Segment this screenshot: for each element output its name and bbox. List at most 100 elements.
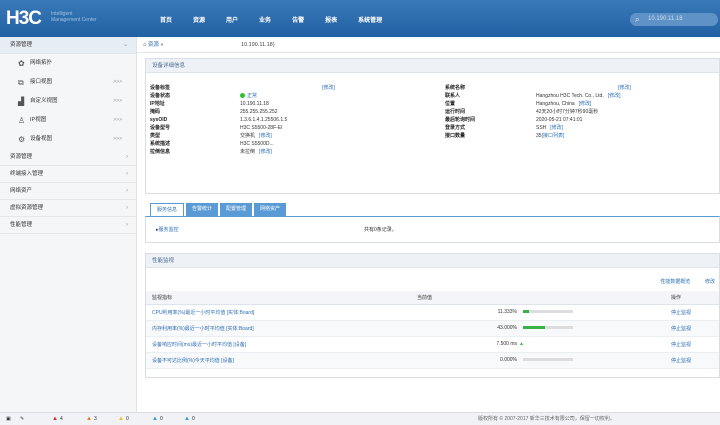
status-bar: ▣ ✎ ▲ 4 ▲ 3 ▲ 0 ▲ 0 ▲ 0 版权所有 © 2007-2017 新华三技术有限公… — [0, 412, 720, 425]
table-row: 内存利用率(%)最近一小时平均值 [实体:Board] 43.000% 停止监视 — [146, 320, 719, 337]
search-input[interactable]: ⌕ 10.190.11.18 — [630, 13, 718, 26]
stop-monitor-link[interactable]: 停止监视 — [671, 358, 691, 364]
service-monitor-link[interactable]: ▸服务监控 — [156, 226, 179, 233]
chevron-right-icon[interactable]: › — [126, 183, 128, 200]
sidebar-group-label: 网络资产 — [10, 188, 33, 194]
edit-link[interactable]: [修改] — [322, 85, 335, 91]
metric-link[interactable]: CPU利用率(%)最近一小时平均值 [实体:Board] — [152, 310, 254, 316]
stop-monitor-link[interactable]: 停止监视 — [671, 342, 691, 348]
perf-overview-link[interactable]: 性能数据概览 — [660, 279, 690, 285]
operation-cell: 停止监视 — [665, 304, 719, 321]
chevron-right-icon[interactable]: › — [126, 200, 128, 217]
metric-value: 7.500 ms — [496, 341, 517, 347]
alarm-panel-icon[interactable]: ▣ — [6, 413, 11, 425]
edit-link[interactable]: [修改] — [608, 93, 621, 99]
h3c-logo[interactable]: H3C — [6, 8, 42, 30]
nav-system[interactable]: 系统管理 — [358, 15, 382, 24]
interface-list-link[interactable]: [接口列表] — [542, 133, 565, 139]
chevron-right-icon[interactable]: › — [126, 149, 128, 166]
major-alarm-icon: ▲ — [86, 416, 92, 422]
field-label: 设备型号 — [150, 125, 171, 131]
nav-resource[interactable]: 资源 — [193, 15, 205, 24]
sidebar-group[interactable]: 性能管理 › — [0, 217, 136, 234]
metric-link[interactable]: 设备不可达比例(%)今天平均值 [设备] — [152, 358, 234, 364]
alarm-count-value: 0 — [191, 416, 195, 422]
sidebar-item[interactable]: ⚙ 设备视图 >>> — [0, 130, 136, 149]
edit-link[interactable]: [修改] — [618, 85, 631, 91]
performance-table: 监视指标 当前值 操作 CPU利用率(%)最近一小时平均值 [实体:Board]… — [146, 291, 719, 369]
sidebar-item[interactable]: ▟ 自定义视图 >>> — [0, 92, 136, 111]
progress-fill — [523, 326, 545, 330]
metric-link[interactable]: 设备响应时间(ms)最近一小时平均值 [设备] — [152, 342, 246, 348]
nav-service[interactable]: 业务 — [259, 15, 271, 24]
metric-progress-bar — [523, 310, 573, 314]
alarm-count[interactable]: ▲ 0 — [152, 413, 163, 425]
sidebar-item-more: >>> — [113, 136, 122, 142]
device-field: 登录方式 SSH [修改] — [445, 124, 563, 132]
detail-tabs: 服务信息 告警统计 配置管理 网络资产 — [150, 203, 288, 216]
search-icon[interactable]: ⌕ — [635, 13, 639, 26]
tab-alarm-stats[interactable]: 告警统计 — [186, 203, 219, 216]
device-field: sysOID 1.3.6.1.4.1.25506.1.5 — [150, 116, 287, 124]
nav-home[interactable]: 首页 — [160, 15, 172, 24]
interface-icon: ⧉ — [18, 78, 24, 87]
service-empty-text: 共有0条记录。 — [364, 227, 397, 233]
edit-link[interactable]: [修改] — [259, 133, 272, 139]
field-value: Hangzhou H3C Tech. Co., Ltd. — [536, 93, 604, 99]
sidebar-group[interactable]: 资源管理 ⌄ — [0, 37, 136, 54]
home-icon[interactable]: ⌂ — [143, 42, 146, 48]
tab-service-info[interactable]: 服务信息 — [150, 203, 185, 216]
status-ok-icon — [240, 93, 245, 99]
field-label: 位置 — [445, 101, 456, 107]
chevron-right-icon[interactable]: › — [126, 166, 128, 183]
chevron-right-icon[interactable]: › — [126, 217, 128, 234]
logo-subtitle: Intelligent Management Center — [51, 11, 97, 23]
tab-config-mgmt[interactable]: 配置管理 — [220, 203, 253, 216]
operation-cell: 停止监视 — [665, 336, 719, 353]
nav-user[interactable]: 用户 — [226, 15, 238, 24]
alarm-count[interactable]: ▲ 4 — [52, 413, 63, 425]
device-field: 联系人 Hangzhou H3C Tech. Co., Ltd. [修改] — [445, 92, 621, 100]
field-value: 正常 — [247, 93, 258, 99]
edit-link[interactable]: [修改] — [259, 149, 272, 155]
sidebar-item[interactable]: ⧉ 接口视图 >>> — [0, 73, 136, 92]
breadcrumb-ip: 10.190.11.18) — [241, 42, 275, 48]
copyright-text: 版权所有 © 2007-2017 新华三技术有限公司，保留一切权利。 — [478, 416, 615, 422]
nav-report[interactable]: 报表 — [325, 15, 337, 24]
metric-link[interactable]: 内存利用率(%)最近一小时平均值 [实体:Board] — [152, 326, 254, 332]
field-value: Hangzhou, China — [536, 101, 575, 107]
field-label: 掩码 — [150, 109, 161, 115]
stop-monitor-link[interactable]: 停止监视 — [671, 310, 691, 316]
metric-value: 0.000% — [500, 357, 517, 363]
device-field: 系统名称 [修改] — [445, 84, 631, 92]
sidebar-group[interactable]: 资源管理 › — [0, 149, 136, 166]
info-alarm-icon: ▲ — [184, 416, 190, 422]
chevron-down-icon[interactable]: ⌄ — [123, 37, 128, 54]
alarm-count[interactable]: ▲ 0 — [118, 413, 129, 425]
alarm-count[interactable]: ▲ 0 — [184, 413, 195, 425]
device-field: 设备标签 [修改] — [150, 84, 335, 92]
search-value: 10.190.11.18 — [648, 16, 683, 22]
perf-modify-link[interactable]: 修改 — [705, 279, 715, 285]
sidebar-item[interactable]: ♙ IP视图 >>> — [0, 111, 136, 130]
sidebar-item-label: 设备视图 — [30, 136, 53, 142]
sidebar-group[interactable]: 虚拟资源管理 › — [0, 200, 136, 217]
sidebar-item[interactable]: ✿ 网络拓扑 — [0, 54, 136, 73]
sidebar-item-label: 网络拓扑 — [30, 60, 53, 66]
device-field: 系统描述 H3C S5500D... — [150, 140, 274, 148]
edit-link[interactable]: [修改] — [579, 101, 592, 107]
table-header: 监视指标 当前值 操作 — [146, 291, 719, 305]
nav-alarm[interactable]: 告警 — [292, 15, 304, 24]
sidebar-group[interactable]: 网络资产 › — [0, 183, 136, 200]
device-field: 类型 交换机 [修改] — [150, 132, 272, 140]
sidebar-group-label: 虚拟资源管理 — [10, 205, 44, 211]
col-metric: 监视指标 — [146, 291, 411, 305]
field-value: 交换机 — [240, 133, 256, 139]
sidebar-group[interactable]: 终端接入管理 › — [0, 166, 136, 183]
tab-network-assets[interactable]: 网络资产 — [254, 203, 287, 216]
edit-link[interactable]: [修改] — [550, 125, 563, 131]
sound-icon[interactable]: ✎ — [20, 413, 24, 425]
alarm-count[interactable]: ▲ 3 — [86, 413, 97, 425]
breadcrumb-home[interactable]: 资源 — [148, 42, 159, 48]
stop-monitor-link[interactable]: 停止监视 — [671, 326, 691, 332]
